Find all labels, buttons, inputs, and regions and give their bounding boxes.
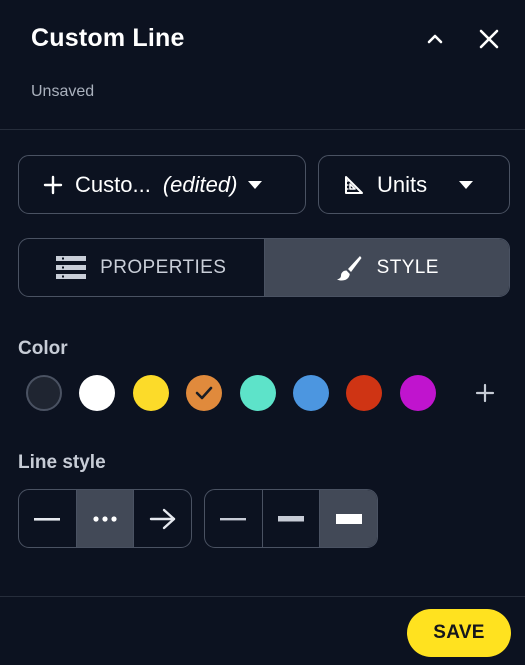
medium-line-icon [278, 515, 304, 521]
edited-indicator: (edited) [162, 171, 238, 197]
tab-style[interactable]: STYLE [263, 239, 509, 296]
dotted-line-icon [93, 515, 117, 522]
thin-line-icon [220, 517, 247, 520]
set-square-icon [345, 175, 363, 194]
width-medium-button[interactable] [261, 490, 320, 547]
line-template-dropdown[interactable]: Custo... (edited) [18, 155, 306, 214]
color-swatch[interactable] [239, 375, 276, 411]
line-pattern-group [18, 489, 192, 548]
chevron-up-icon [427, 34, 443, 44]
pattern-arrow-button[interactable] [133, 490, 191, 547]
pattern-dotted-button[interactable] [75, 490, 134, 547]
chevron-down-icon [248, 180, 263, 189]
footer-divider [0, 596, 525, 597]
tab-properties[interactable]: PROPERTIES [19, 239, 264, 296]
paintbrush-icon [335, 254, 363, 282]
thick-line-icon [335, 513, 362, 524]
color-swatch[interactable] [186, 375, 223, 411]
save-status: Unsaved [31, 83, 95, 100]
list-icon [56, 255, 87, 280]
solid-line-icon [34, 517, 61, 521]
save-button[interactable]: SAVE [407, 609, 511, 657]
panel-tabs: PROPERTIES STYLE [18, 238, 510, 297]
close-button[interactable] [476, 26, 502, 52]
arrow-right-icon [149, 508, 175, 529]
panel-title: Custom Line [31, 24, 185, 52]
units-label: Units [377, 171, 428, 197]
color-swatch[interactable] [26, 375, 62, 411]
tab-style-label: STYLE [376, 256, 439, 278]
width-thin-button[interactable] [205, 490, 262, 547]
pattern-solid-button[interactable] [19, 490, 76, 547]
chevron-down-icon [459, 180, 474, 189]
color-swatch[interactable] [346, 375, 383, 411]
close-icon [479, 29, 499, 49]
width-thick-button[interactable] [319, 490, 377, 547]
plus-icon [475, 383, 495, 403]
checkmark-icon [195, 386, 213, 400]
color-swatch[interactable] [79, 375, 116, 411]
tab-properties-label: PROPERTIES [100, 256, 227, 278]
line-width-group [204, 489, 378, 548]
custom-line-panel: Custom Line Unsaved Custo... (edited) Un… [0, 0, 525, 665]
line-template-label: Custo... [75, 171, 151, 197]
color-swatch[interactable] [132, 375, 169, 411]
color-label: Color [18, 338, 68, 359]
units-dropdown[interactable]: Units [318, 155, 510, 214]
header-divider [0, 129, 525, 130]
plus-icon [43, 175, 63, 194]
collapse-button[interactable] [422, 26, 448, 52]
add-color-button[interactable] [472, 380, 498, 406]
color-swatch[interactable] [293, 375, 329, 411]
color-swatch[interactable] [399, 375, 436, 411]
line-style-label: Line style [18, 452, 106, 473]
